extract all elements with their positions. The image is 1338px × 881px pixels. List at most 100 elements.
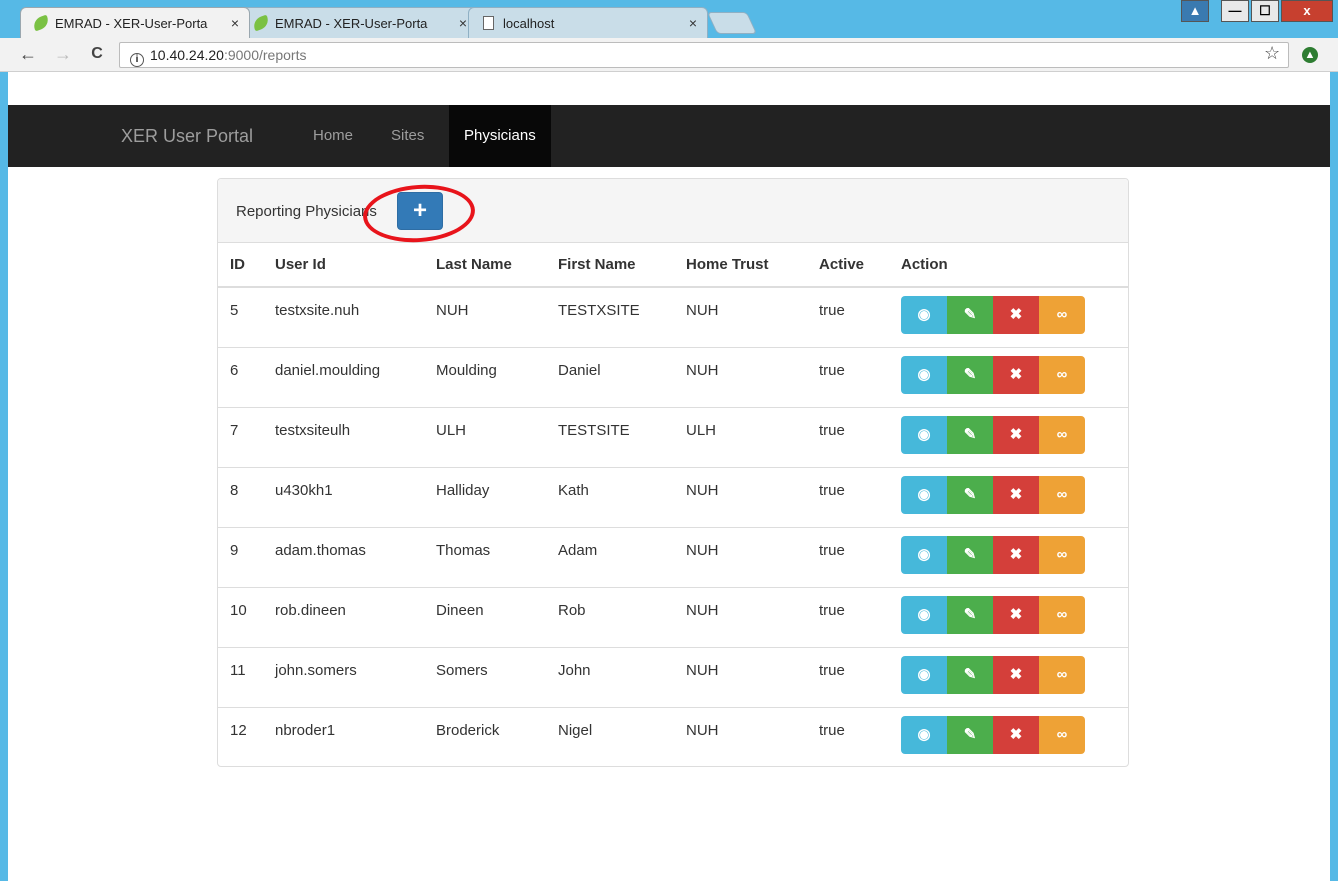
table-row: 8 u430kh1 Halliday Kath NUH true ◉ ✎ ✖ ∞ (218, 466, 1128, 527)
physicians-panel: Reporting Physicians + ID User Id Last N… (217, 178, 1129, 767)
delete-button[interactable]: ✖ (993, 655, 1039, 694)
delete-button[interactable]: ✖ (993, 415, 1039, 454)
eye-icon: ◉ (917, 605, 931, 623)
url-path: :9000/reports (223, 47, 307, 63)
action-button-group: ◉ ✎ ✖ ∞ (901, 296, 1128, 334)
times-icon: ✖ (1009, 545, 1023, 563)
delete-button[interactable]: ✖ (993, 595, 1039, 634)
link-button[interactable]: ∞ (1039, 475, 1085, 514)
table-row: 5 testxsite.nuh NUH TESTXSITE NUH true ◉… (218, 287, 1128, 347)
action-button-group: ◉ ✎ ✖ ∞ (901, 355, 1128, 394)
info-icon[interactable]: i (130, 53, 144, 67)
close-tab-icon[interactable]: × (689, 8, 697, 38)
edit-button[interactable]: ✎ (947, 296, 993, 334)
cell-home-trust: NUH (674, 466, 807, 527)
cell-home-trust: NUH (674, 586, 807, 647)
cell-id: 10 (218, 586, 263, 647)
forward-button[interactable]: → (52, 43, 74, 65)
edit-button[interactable]: ✎ (947, 715, 993, 754)
link-button[interactable]: ∞ (1039, 535, 1085, 574)
link-icon: ∞ (1056, 306, 1068, 323)
edit-button[interactable]: ✎ (947, 415, 993, 454)
edit-button[interactable]: ✎ (947, 655, 993, 694)
link-button[interactable]: ∞ (1039, 715, 1085, 754)
link-button[interactable]: ∞ (1039, 355, 1085, 394)
delete-button[interactable]: ✖ (993, 355, 1039, 394)
action-button-group: ◉ ✎ ✖ ∞ (901, 535, 1128, 574)
table-row: 7 testxsiteulh ULH TESTSITE ULH true ◉ ✎… (218, 406, 1128, 467)
cell-last-name: Dineen (424, 586, 546, 647)
cell-active: true (807, 406, 889, 467)
link-button[interactable]: ∞ (1039, 595, 1085, 634)
link-icon: ∞ (1056, 365, 1068, 383)
cell-last-name: Broderick (424, 706, 546, 767)
edit-icon: ✎ (963, 545, 977, 563)
top-navbar: XER User Portal Home Sites Physicians (8, 105, 1330, 167)
view-button[interactable]: ◉ (901, 415, 947, 454)
cell-home-trust: NUH (674, 706, 807, 767)
user-icon[interactable]: ▲ (1181, 0, 1209, 22)
delete-button[interactable]: ✖ (993, 535, 1039, 574)
link-button[interactable]: ∞ (1039, 415, 1085, 454)
edit-button[interactable]: ✎ (947, 535, 993, 574)
cell-actions: ◉ ✎ ✖ ∞ (889, 287, 1128, 347)
link-button[interactable]: ∞ (1039, 296, 1085, 334)
browser-tab-active[interactable]: EMRAD - XER-User-Porta × (20, 7, 250, 38)
address-bar[interactable]: i 10.40.24.20:9000/reports (119, 42, 1289, 68)
table-row: 6 daniel.moulding Moulding Daniel NUH tr… (218, 346, 1128, 407)
reload-button[interactable]: C (86, 43, 108, 65)
view-button[interactable]: ◉ (901, 535, 947, 574)
cell-home-trust: ULH (674, 406, 807, 467)
eye-icon: ◉ (917, 365, 931, 383)
back-button[interactable]: ← (17, 43, 39, 65)
cell-first-name: Daniel (546, 346, 674, 407)
cell-id: 5 (230, 302, 239, 319)
extension-icon[interactable]: ▲ (1302, 47, 1318, 63)
view-button[interactable]: ◉ (901, 355, 947, 394)
eye-icon: ◉ (917, 545, 931, 563)
table-row: 12 nbroder1 Broderick Nigel NUH true ◉ ✎… (218, 706, 1128, 767)
delete-button[interactable]: ✖ (993, 475, 1039, 514)
browser-toolbar: ← → C i 10.40.24.20:9000/reports ☆ ▲ (0, 38, 1338, 72)
cell-home-trust: NUH (674, 646, 807, 707)
close-tab-icon[interactable]: × (231, 8, 239, 38)
col-header-home-trust: Home Trust (674, 243, 807, 288)
nav-physicians[interactable]: Physicians (449, 105, 551, 167)
view-button[interactable]: ◉ (901, 715, 947, 754)
view-button[interactable]: ◉ (901, 595, 947, 634)
new-tab-button[interactable] (706, 12, 758, 34)
panel-title: Reporting Physicians (236, 203, 377, 220)
view-button[interactable]: ◉ (901, 475, 947, 514)
eye-icon: ◉ (917, 485, 931, 503)
edit-button[interactable]: ✎ (947, 475, 993, 514)
cell-last-name: Somers (424, 646, 546, 707)
browser-tab[interactable]: EMRAD - XER-User-Porta × (240, 7, 478, 38)
nav-sites[interactable]: Sites (391, 105, 424, 167)
navbar-brand[interactable]: XER User Portal (121, 105, 253, 167)
bookmark-star-icon[interactable]: ☆ (1264, 43, 1280, 64)
close-window-button[interactable]: x (1281, 0, 1333, 22)
edit-button[interactable]: ✎ (947, 595, 993, 634)
browser-tab[interactable]: localhost × (468, 7, 708, 38)
delete-button[interactable]: ✖ (993, 715, 1039, 754)
action-button-group: ◉ ✎ ✖ ∞ (901, 715, 1128, 754)
col-header-id: ID (218, 243, 263, 288)
cell-actions: ◉ ✎ ✖ ∞ (889, 706, 1128, 767)
eye-icon: ◉ (917, 306, 931, 323)
action-button-group: ◉ ✎ ✖ ∞ (901, 475, 1128, 514)
edit-button[interactable]: ✎ (947, 355, 993, 394)
maximize-button[interactable]: ☐ (1251, 0, 1279, 22)
cell-last-name: ULH (424, 406, 546, 467)
view-button[interactable]: ◉ (901, 655, 947, 694)
cell-first-name: Rob (546, 586, 674, 647)
cell-home-trust: NUH (674, 346, 807, 407)
table-row: 9 adam.thomas Thomas Adam NUH true ◉ ✎ ✖… (218, 526, 1128, 587)
delete-button[interactable]: ✖ (993, 296, 1039, 334)
minimize-button[interactable]: — (1221, 0, 1249, 22)
view-button[interactable]: ◉ (901, 296, 947, 334)
link-button[interactable]: ∞ (1039, 655, 1085, 694)
times-icon: ✖ (1009, 425, 1023, 443)
close-tab-icon[interactable]: × (459, 8, 467, 38)
eye-icon: ◉ (917, 725, 931, 743)
nav-home[interactable]: Home (313, 105, 353, 167)
